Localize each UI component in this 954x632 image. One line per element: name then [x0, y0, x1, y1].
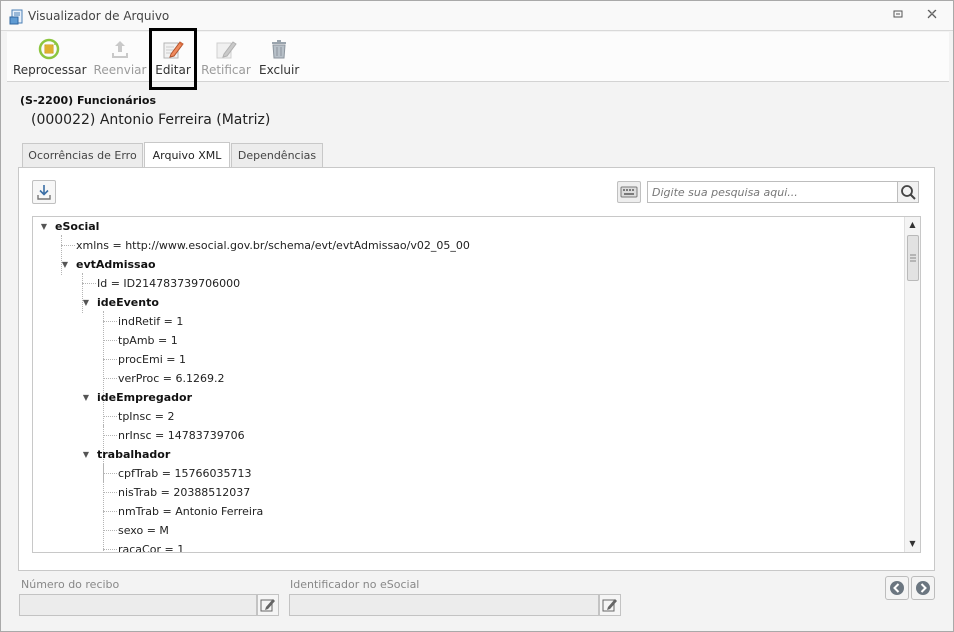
edit-icon: [260, 599, 275, 612]
arrow-left-icon: [890, 581, 904, 595]
arrow-right-icon: [916, 581, 930, 595]
restore-icon[interactable]: [889, 8, 907, 24]
tab-dependencies[interactable]: Dependências: [231, 143, 323, 168]
xml-panel: ▼ eSocial xmlns = http://www.esocial.gov…: [18, 167, 935, 571]
tree-node[interactable]: cpfTrab = 15766035713: [118, 464, 251, 483]
receipt-number-label: Número do recibo: [21, 578, 120, 591]
tree-vertical-scrollbar[interactable]: ▲ ▼: [904, 217, 920, 552]
xml-tree: ▼ eSocial xmlns = http://www.esocial.gov…: [32, 216, 921, 553]
edit-button[interactable]: Editar: [149, 28, 197, 90]
collapse-icon[interactable]: ▼: [82, 445, 90, 464]
download-icon: [37, 185, 51, 200]
edit-pencil-icon: [162, 38, 184, 60]
search-button[interactable]: [898, 181, 919, 203]
virtual-keyboard-button[interactable]: [617, 181, 641, 203]
event-employee-name: (000022) Antonio Ferreira (Matriz): [31, 112, 271, 128]
tab-xml-file[interactable]: Arquivo XML: [144, 142, 230, 168]
resend-button[interactable]: Reenviar: [93, 32, 147, 82]
collapse-icon[interactable]: ▼: [82, 293, 90, 312]
reprocess-icon: [38, 38, 60, 60]
tree-node[interactable]: tpInsc = 2: [118, 407, 175, 426]
document-viewer-icon: [9, 9, 25, 25]
tree-node[interactable]: trabalhador: [97, 445, 170, 464]
reprocess-label: Reprocessar: [13, 63, 87, 77]
event-code: (S-2200) Funcionários: [20, 94, 157, 107]
rectify-button[interactable]: Retificar: [201, 32, 251, 82]
trash-icon: [268, 38, 290, 60]
esocial-identifier-label: Identificador no eSocial: [290, 578, 420, 591]
previous-button[interactable]: [885, 576, 909, 600]
upload-icon: [109, 38, 131, 60]
tree-node[interactable]: sexo = M: [118, 521, 169, 540]
delete-button[interactable]: Excluir: [259, 32, 299, 82]
collapse-icon[interactable]: ▼: [61, 255, 69, 274]
edit-esocial-id-button[interactable]: [599, 594, 621, 616]
tree-node[interactable]: verProc = 6.1269.2: [118, 369, 225, 388]
edit-icon: [602, 599, 617, 612]
esocial-identifier-field: [289, 594, 599, 616]
file-viewer-window: Visualizador de Arquivo Reprocessar Reen…: [0, 0, 954, 632]
tree-node[interactable]: racaCor = 1: [118, 540, 184, 552]
window-title: Visualizador de Arquivo: [28, 9, 170, 23]
rectify-icon: [215, 38, 237, 60]
collapse-icon[interactable]: ▼: [82, 388, 90, 407]
tree-node[interactable]: procEmi = 1: [118, 350, 186, 369]
receipt-number-field: [19, 594, 257, 616]
tree-node[interactable]: nisTrab = 20388512037: [118, 483, 250, 502]
resend-label: Reenviar: [93, 63, 147, 77]
close-icon[interactable]: [923, 8, 941, 24]
rectify-label: Retificar: [201, 63, 251, 77]
delete-label: Excluir: [259, 63, 300, 77]
search-input[interactable]: [647, 181, 898, 203]
scroll-thumb[interactable]: [907, 235, 919, 281]
scroll-down-icon[interactable]: ▼: [905, 536, 920, 552]
download-button[interactable]: [32, 180, 56, 204]
tree-node[interactable]: nrInsc = 14783739706: [118, 426, 245, 445]
tree-node[interactable]: evtAdmissao: [76, 255, 156, 274]
scroll-up-icon[interactable]: ▲: [905, 217, 920, 233]
edit-label: Editar: [155, 63, 191, 77]
tree-node[interactable]: eSocial: [55, 217, 99, 236]
tree-node[interactable]: Id = ID214783739706000: [97, 274, 240, 293]
tree-node[interactable]: nmTrab = Antonio Ferreira: [118, 502, 263, 521]
reprocess-button[interactable]: Reprocessar: [13, 32, 87, 82]
tree-node[interactable]: ideEvento: [97, 293, 159, 312]
next-button[interactable]: [911, 576, 935, 600]
title-bar: Visualizador de Arquivo: [1, 1, 953, 31]
keyboard-icon: [620, 186, 638, 198]
edit-receipt-button[interactable]: [257, 594, 279, 616]
tree-node[interactable]: tpAmb = 1: [118, 331, 178, 350]
search-icon: [901, 185, 916, 200]
tree-node[interactable]: indRetif = 1: [118, 312, 183, 331]
collapse-icon[interactable]: ▼: [40, 217, 48, 236]
toolbar: Reprocessar Reenviar Editar Retificar Ex…: [7, 28, 949, 90]
tree-node[interactable]: xmlns = http://www.esocial.gov.br/schema…: [76, 236, 470, 255]
tree-node[interactable]: ideEmpregador: [97, 388, 192, 407]
xml-tree-content: ▼ eSocial xmlns = http://www.esocial.gov…: [33, 217, 905, 552]
tab-error-occurrences[interactable]: Ocorrências de Erro: [22, 143, 143, 168]
